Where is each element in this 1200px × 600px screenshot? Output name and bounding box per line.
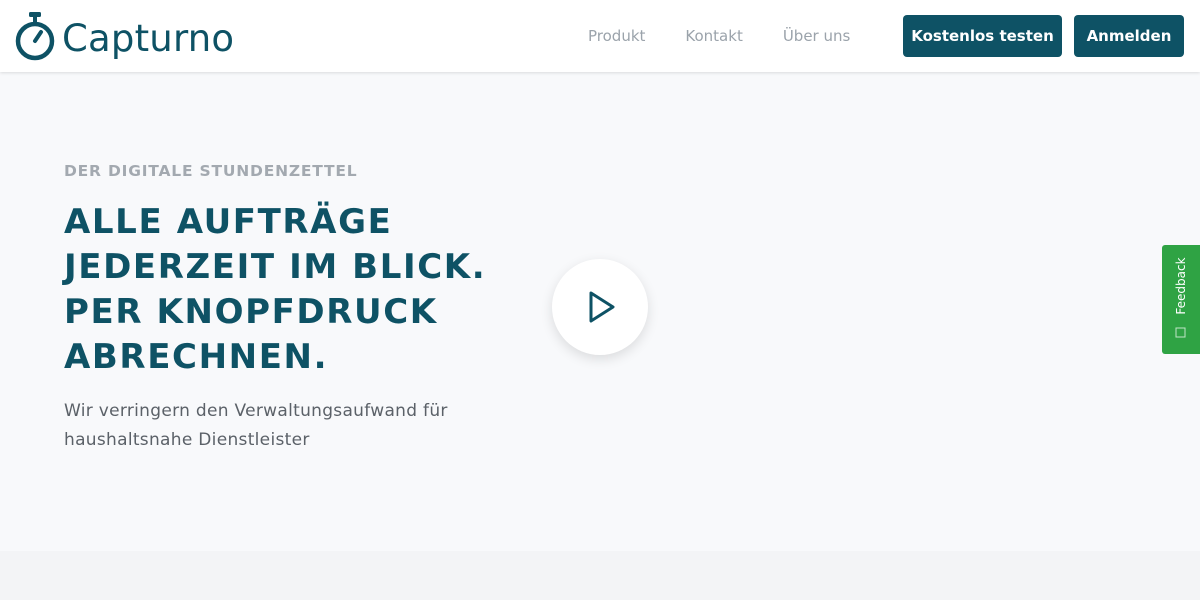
headline-line: ABRECHNEN. [64, 337, 329, 377]
nav-item-kontakt[interactable]: Kontakt [665, 27, 762, 45]
feedback-icon [1175, 327, 1186, 338]
free-trial-button[interactable]: Kostenlos testen [903, 15, 1062, 57]
login-button[interactable]: Anmelden [1074, 15, 1184, 57]
site-header: Capturno Produkt Kontakt Über uns Kosten… [0, 0, 1200, 72]
stopwatch-icon [15, 12, 55, 61]
nav-item-produkt[interactable]: Produkt [568, 27, 665, 45]
feedback-tab[interactable]: Feedback [1162, 245, 1200, 354]
headline-line: ALLE AUFTRÄGE [64, 202, 393, 242]
next-section [0, 551, 1200, 600]
play-icon [589, 291, 615, 323]
main-nav: Produkt Kontakt Über uns [568, 0, 870, 72]
headline-line: JEDERZEIT IM BLICK. [64, 247, 487, 287]
nav-item-ueber-uns[interactable]: Über uns [763, 27, 871, 45]
logo[interactable]: Capturno [14, 8, 234, 64]
video-play-button[interactable] [552, 259, 648, 355]
hero-headline: ALLE AUFTRÄGE JEDERZEIT IM BLICK. PER KN… [64, 200, 524, 380]
hero-subtext: Wir verringern den Verwaltungsaufwand fü… [64, 401, 448, 450]
headline-line: PER KNOPFDRUCK [64, 292, 438, 332]
hero-eyebrow: DER DIGITALE STUNDENZETTEL [64, 162, 358, 180]
brand-name: Capturno [62, 16, 235, 60]
feedback-label: Feedback [1174, 257, 1188, 315]
hero-section: DER DIGITALE STUNDENZETTEL ALLE AUFTRÄGE… [0, 72, 1200, 551]
